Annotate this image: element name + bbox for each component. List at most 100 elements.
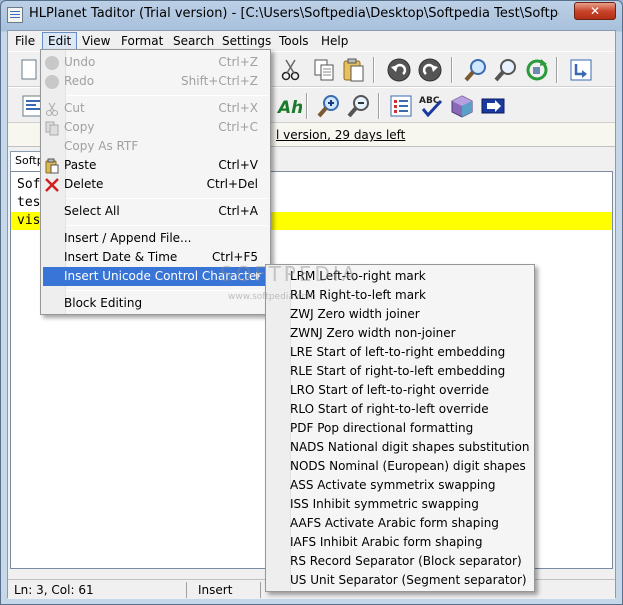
submenu-item-iss[interactable]: ISS Inhibit symmetric swapping [290, 495, 479, 514]
spellcheck-icon[interactable]: ABC [418, 93, 444, 119]
menu-view[interactable]: View [77, 32, 115, 50]
font-style-icon[interactable]: Ah [276, 93, 303, 119]
menu-separator [66, 225, 268, 226]
menu-gutter [266, 265, 291, 591]
control-description: Start of right-to-left embedding [316, 364, 506, 378]
window-title: HLPlanet Taditor (Trial version) - [C:\U… [29, 6, 559, 21]
submenu-item-zwnj[interactable]: ZWNJ Zero width non-joiner [290, 324, 456, 343]
unicode-submenu: LRM Left-to-right mark RLM Right-to-left … [265, 264, 535, 592]
wrap-toolbar-icon[interactable] [568, 57, 594, 83]
submenu-item-pdf[interactable]: PDF Pop directional formatting [290, 419, 473, 438]
find-toolbar-icon[interactable] [463, 57, 489, 83]
submenu-item-nads[interactable]: NADS National digit shapes substitution [290, 438, 529, 457]
zoom-in-icon[interactable] [316, 93, 342, 119]
copy-toolbar-icon[interactable] [311, 57, 337, 83]
submenu-item-us[interactable]: US Unit Separator (Segment separator) [290, 571, 527, 590]
paste-icon [44, 158, 60, 174]
control-description: Inhibit Arabic form shaping [319, 535, 483, 549]
submenu-item-ass[interactable]: ASS Activate symmetrix swapping [290, 476, 496, 495]
status-divider [260, 582, 261, 598]
submenu-item-lro[interactable]: LRO Start of left-to-right override [290, 381, 489, 400]
menu-item-redo[interactable]: Redo Shift+Ctrl+Z [43, 72, 268, 91]
control-description: Start of left-to-right override [318, 383, 489, 397]
toolbar-separator [373, 57, 375, 83]
zoom-out-icon[interactable] [346, 93, 372, 119]
redo-toolbar-icon[interactable] [417, 57, 443, 83]
cut-toolbar-icon[interactable] [278, 57, 304, 83]
control-description: Right-to-left mark [319, 288, 426, 302]
copy-icon [44, 120, 60, 136]
menu-settings[interactable]: Settings [217, 32, 276, 50]
editor-line: tes [17, 195, 41, 210]
app-icon [7, 7, 23, 23]
control-code: IAFS [290, 535, 317, 549]
toolbar-separator [378, 93, 380, 119]
control-code: RS [290, 554, 306, 568]
control-code: US [290, 573, 307, 587]
control-code: ISS [290, 497, 309, 511]
menu-tools[interactable]: Tools [274, 32, 314, 50]
control-description: Start of left-to-right embedding [316, 345, 506, 359]
undo-icon [44, 55, 60, 71]
submenu-item-zwj[interactable]: ZWJ Zero width joiner [290, 305, 420, 324]
toolbar-separator [556, 57, 558, 83]
control-code: ASS [290, 478, 314, 492]
control-code: AAFS [290, 516, 322, 530]
submenu-item-aafs[interactable]: AAFS Activate Arabic form shaping [290, 514, 499, 533]
submenu-item-rs[interactable]: RS Record Separator (Block separator) [290, 552, 522, 571]
menu-item-copy[interactable]: Copy Ctrl+C [43, 118, 268, 137]
control-code: RLO [290, 402, 315, 416]
delete-icon [44, 177, 60, 193]
find-next-toolbar-icon[interactable] [493, 57, 519, 83]
control-description: Activate symmetrix swapping [317, 478, 496, 492]
editor-line: vis [17, 213, 41, 228]
control-description: Record Separator (Block separator) [309, 554, 522, 568]
menu-separator [66, 290, 268, 291]
paste-toolbar-icon[interactable] [341, 57, 367, 83]
control-code: ZWJ [290, 307, 314, 321]
menu-item-undo[interactable]: Undo Ctrl+Z [43, 53, 268, 72]
submenu-item-rlo[interactable]: RLO Start of right-to-left override [290, 400, 489, 419]
menu-item-select-all[interactable]: Select All Ctrl+A [43, 202, 268, 221]
list-icon[interactable] [388, 93, 414, 119]
control-code: NODS [290, 459, 326, 473]
redo-icon [44, 74, 60, 90]
submenu-item-iafs[interactable]: IAFS Inhibit Arabic form shaping [290, 533, 482, 552]
new-file-icon[interactable] [16, 57, 42, 83]
replace-toolbar-icon[interactable] [523, 57, 549, 83]
control-code: ZWNJ [290, 326, 323, 340]
trial-link[interactable]: l version, 29 days left [276, 128, 405, 142]
menu-item-delete[interactable]: Delete Ctrl+Del [43, 175, 268, 194]
menu-help[interactable]: Help [316, 32, 353, 50]
menu-edit[interactable]: Edit [42, 32, 78, 50]
menu-item-paste[interactable]: Paste Ctrl+V [43, 156, 268, 175]
control-code: LRE [290, 345, 313, 359]
menu-item-copy-rtf[interactable]: Copy As RTF [43, 137, 268, 156]
control-description: Nominal (European) digit shapes [329, 459, 526, 473]
control-description: National digit shapes substitution [327, 440, 530, 454]
plugin-icon[interactable] [449, 93, 475, 119]
svg-text:Ah: Ah [276, 98, 302, 118]
menu-item-insert-append-file[interactable]: Insert / Append File... [43, 229, 268, 248]
control-description: Zero width joiner [317, 307, 420, 321]
close-button[interactable]: ✕ [574, 2, 616, 20]
undo-toolbar-icon[interactable] [386, 57, 412, 83]
control-code: PDF [290, 421, 314, 435]
menu-search[interactable]: Search [168, 32, 219, 50]
menu-separator [66, 198, 268, 199]
control-description: Unit Separator (Segment separator) [310, 573, 527, 587]
run-icon[interactable] [480, 93, 506, 119]
menu-item-cut[interactable]: Cut Ctrl+X [43, 99, 268, 118]
status-divider [186, 582, 187, 598]
submenu-item-lre[interactable]: LRE Start of left-to-right embedding [290, 343, 505, 362]
control-description: Activate Arabic form shaping [324, 516, 499, 530]
menu-bar: File Edit View Format Search Settings To… [8, 31, 615, 51]
submenu-item-rle[interactable]: RLE Start of right-to-left embedding [290, 362, 505, 381]
control-code: NADS [290, 440, 325, 454]
menu-format[interactable]: Format [116, 32, 168, 50]
menu-file[interactable]: File [10, 32, 40, 50]
insert-mode: Insert [198, 583, 233, 597]
control-code: LRO [290, 383, 315, 397]
title-bar[interactable]: HLPlanet Taditor (Trial version) - [C:\U… [1, 1, 622, 29]
submenu-item-nods[interactable]: NODS Nominal (European) digit shapes [290, 457, 526, 476]
